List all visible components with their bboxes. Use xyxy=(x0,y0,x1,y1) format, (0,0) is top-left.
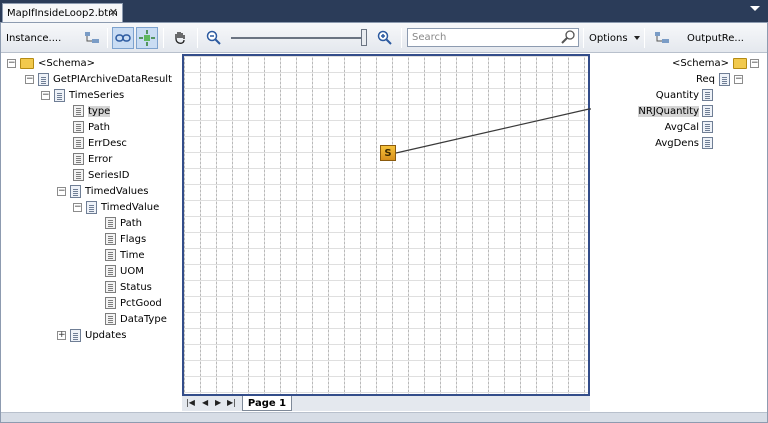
link-line[interactable] xyxy=(395,108,590,154)
document-tab-bar: MapIfInsideLoop2.btm ✕ xyxy=(0,0,768,22)
status-strip xyxy=(1,412,767,422)
next-page-icon[interactable]: ▶ xyxy=(215,398,221,407)
field-element-icon xyxy=(702,121,713,133)
page-tab-label: Page 1 xyxy=(247,397,287,409)
folder-icon xyxy=(733,57,747,69)
tree-node-label: Req xyxy=(696,73,715,85)
tree-node-field[interactable]: Quantity xyxy=(656,88,713,102)
tree-node-field[interactable]: AvgCal xyxy=(665,120,713,134)
scripting-functoid-icon[interactable]: S xyxy=(380,145,396,161)
field-element-linked-icon xyxy=(702,105,713,117)
functoid-symbol: S xyxy=(384,147,392,159)
document-tab[interactable]: MapIfInsideLoop2.btm ✕ xyxy=(2,3,123,22)
record-icon xyxy=(719,72,730,86)
page-tab[interactable]: Page 1 xyxy=(242,396,292,411)
tree-node-label: Quantity xyxy=(655,89,699,101)
last-page-icon[interactable]: ▶| xyxy=(227,398,236,407)
tree-node-root[interactable]: Req − xyxy=(696,72,743,86)
first-page-icon[interactable]: |◀ xyxy=(186,398,195,407)
tree-node-label: NRJQuantity xyxy=(638,105,699,117)
tree-node-field[interactable]: AvgDens xyxy=(655,136,713,150)
field-element-icon xyxy=(702,89,713,101)
previous-page-icon[interactable]: ◀ xyxy=(202,398,208,407)
close-tab-icon[interactable]: ✕ xyxy=(109,6,118,19)
collapse-icon[interactable]: − xyxy=(750,58,759,68)
tree-node-schema[interactable]: <Schema> − xyxy=(672,56,759,70)
mapper-window: Instance.... Search Options OutputRe... … xyxy=(0,22,768,423)
tab-list-dropdown-icon[interactable] xyxy=(750,6,760,11)
tree-node-label: AvgDens xyxy=(655,137,699,149)
tree-node-label: AvgCal xyxy=(664,121,699,133)
document-tab-title: MapIfInsideLoop2.btm xyxy=(7,7,118,19)
page-tab-bar: |◀ ◀ ▶ ▶| Page 1 xyxy=(182,396,590,411)
tree-node-field[interactable]: NRJQuantity xyxy=(638,104,713,118)
collapse-icon[interactable]: − xyxy=(734,74,743,84)
tree-node-label: <Schema> xyxy=(672,57,729,69)
destination-schema-tree: <Schema> − Req − Quantity NRJQuantity Av… xyxy=(591,53,767,411)
field-element-icon xyxy=(702,137,713,149)
